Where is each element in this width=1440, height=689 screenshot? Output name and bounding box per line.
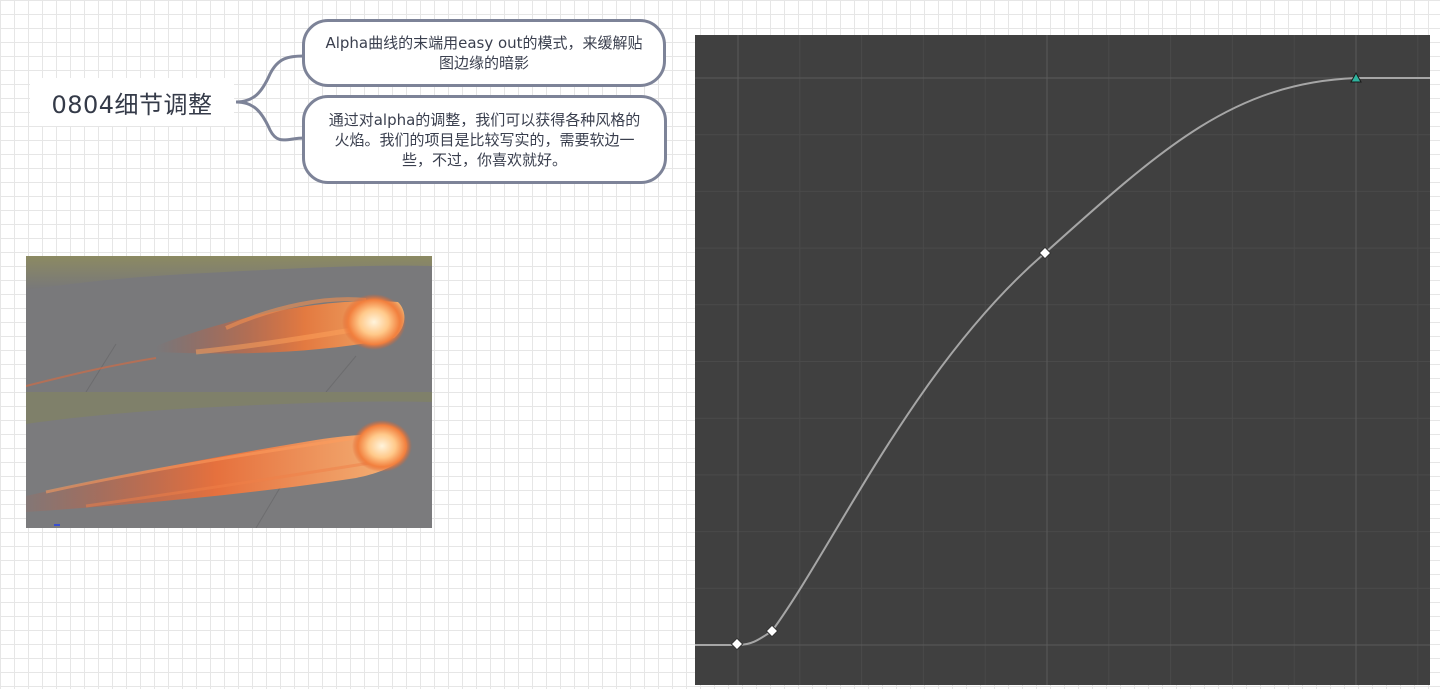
note-easy-out[interactable]: Alpha曲线的末端用easy out的模式，来缓解贴图边缘的暗影 xyxy=(302,19,666,87)
note-easy-out-text: Alpha曲线的末端用easy out的模式，来缓解贴图边缘的暗影 xyxy=(325,34,643,72)
key-diamond-icon[interactable] xyxy=(730,637,744,651)
note-alpha-style-text: 通过对alpha的调整，我们可以获得各种风格的火焰。我们的项目是比较写实的，需要… xyxy=(328,110,641,169)
alpha-curve-editor[interactable] xyxy=(695,35,1430,685)
branch-connector xyxy=(235,54,305,142)
central-topic[interactable]: 0804细节调整 xyxy=(30,78,234,126)
note-alpha-style[interactable]: 通过对alpha的调整，我们可以获得各种风格的火焰。我们的项目是比较写实的，需要… xyxy=(302,95,667,184)
alpha-curve-graph xyxy=(695,35,1430,685)
fireball-render xyxy=(26,256,432,528)
central-topic-label: 0804细节调整 xyxy=(51,90,213,119)
fireball-comparison-image xyxy=(26,256,432,528)
